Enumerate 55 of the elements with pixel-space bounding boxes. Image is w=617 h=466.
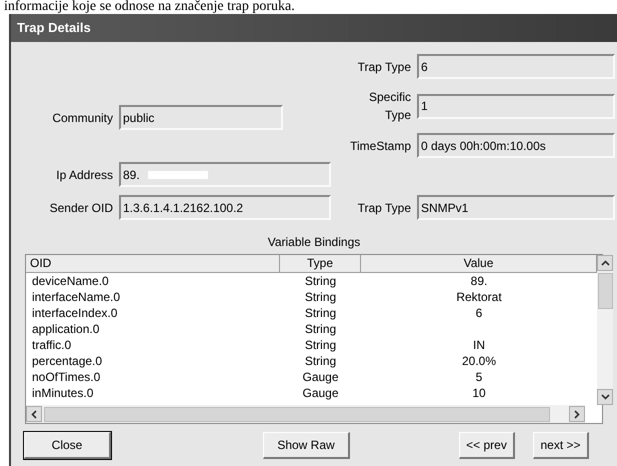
table-cell: IN (473, 338, 485, 352)
field-label: Ip Address (55, 166, 114, 184)
text-field[interactable]: public (119, 105, 283, 130)
table-cell: String (304, 338, 336, 352)
table-cell: interfaceName.0 (32, 290, 120, 304)
field-label: Trap Type (356, 200, 412, 216)
table-cell: 89. (470, 274, 488, 288)
table-cell: Gauge (302, 370, 339, 384)
table-cell: Rektorat (456, 290, 502, 304)
table-cell: 20.0% (462, 354, 496, 368)
table-cell: String (304, 322, 336, 336)
scroll-up-icon[interactable] (597, 255, 613, 271)
field-label: Sender OID (48, 200, 114, 216)
document-text: informacije koje se odnose na značenje trap poruka. (3, 0, 296, 14)
text-field[interactable]: SNMPv1 (417, 195, 615, 220)
table-cell: String (304, 306, 336, 320)
table-cell: 10 (472, 386, 486, 400)
table-cell: String (304, 290, 336, 304)
scroll-down-icon[interactable] (597, 389, 613, 405)
field-label: Community (51, 110, 114, 126)
table-cell: 6 (476, 306, 482, 320)
dialog-button[interactable]: Close (24, 432, 111, 458)
column-header[interactable]: Value (361, 255, 597, 273)
table-cell: application.0 (32, 322, 100, 336)
column-header[interactable]: OID (26, 255, 280, 273)
text-field[interactable]: 6 (417, 54, 615, 79)
table-cell: traffic.0 (32, 338, 72, 352)
text-field[interactable]: 0 days 00h:00m:10.00s (417, 133, 615, 158)
table-cell: noOfTimes.0 (32, 370, 100, 384)
dialog-button[interactable]: next >> (533, 432, 589, 458)
section-title: Variable Bindings (266, 234, 362, 250)
table-cell: percentage.0 (32, 354, 102, 368)
field-label: Trap Type (356, 58, 412, 76)
field-label: TimeStamp (349, 138, 412, 154)
table-cell: 5 (476, 370, 482, 384)
dialog-button[interactable]: << prev (459, 432, 515, 458)
scroll-left-icon[interactable] (26, 406, 42, 422)
scroll-thumb[interactable] (44, 406, 550, 422)
table-cell: String (304, 354, 336, 368)
horizontal-scrollbar[interactable] (26, 405, 585, 423)
table-cell: deviceName.0 (32, 274, 109, 288)
text-field[interactable]: 1 (417, 94, 615, 118)
table-cell: String (304, 274, 336, 288)
dialog-button[interactable]: Show Raw (263, 432, 350, 458)
vertical-scrollbar[interactable] (597, 255, 613, 405)
field-label: Specific Type (368, 89, 412, 124)
table-cell: Gauge (302, 386, 339, 400)
column-header[interactable]: Type (280, 255, 361, 273)
text-field[interactable]: 89. (119, 162, 331, 187)
text-field[interactable]: 1.3.6.1.4.1.2162.100.2 (119, 195, 331, 220)
table-cell: interfaceIndex.0 (32, 306, 118, 320)
scroll-right-icon[interactable] (569, 406, 585, 422)
scroll-thumb[interactable] (598, 273, 612, 309)
table-cell: inMinutes.0 (32, 386, 94, 400)
window-title: Trap Details (11, 14, 617, 42)
